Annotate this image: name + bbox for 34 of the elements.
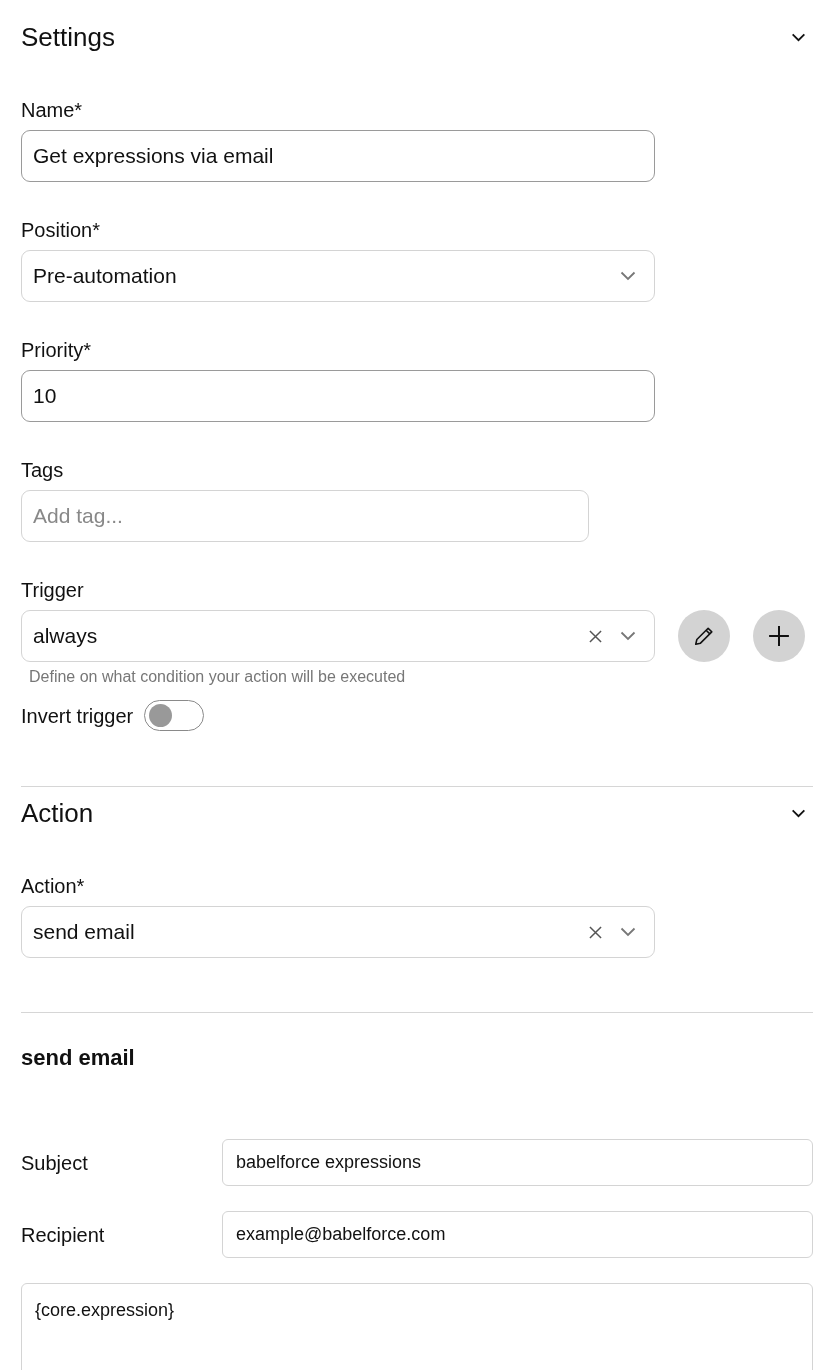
field-label: Action* bbox=[21, 874, 85, 898]
chevron-down-icon bbox=[620, 927, 636, 937]
field-label: Tags bbox=[21, 458, 64, 482]
chevron-down-icon[interactable] bbox=[791, 808, 806, 818]
field-label: Subject bbox=[21, 1150, 88, 1175]
clear-icon[interactable] bbox=[589, 629, 602, 643]
clear-icon[interactable] bbox=[589, 925, 602, 939]
message-body-field[interactable]: {core.expression} bbox=[21, 1283, 813, 1370]
select-field[interactable]: always bbox=[21, 610, 655, 662]
select-field[interactable]: Pre-automation bbox=[21, 250, 655, 302]
field-label: Position* bbox=[21, 218, 100, 242]
add-button[interactable] bbox=[753, 610, 805, 662]
edit-button[interactable] bbox=[678, 610, 730, 662]
section-title: Action bbox=[21, 797, 94, 829]
pencil-icon bbox=[693, 625, 715, 647]
helper-text: Define on what condition your action will be executed bbox=[28, 667, 406, 687]
text-input[interactable]: Get expressions via email bbox=[21, 130, 655, 182]
section-title: Settings bbox=[21, 21, 115, 53]
select-field[interactable]: send email bbox=[21, 906, 655, 958]
field-label: Trigger bbox=[21, 578, 84, 602]
field-label: Priority* bbox=[21, 338, 91, 362]
plus-icon bbox=[768, 625, 790, 647]
chevron-down-icon[interactable] bbox=[791, 32, 806, 42]
toggle-switch[interactable] bbox=[144, 700, 205, 731]
text-input[interactable]: 10 bbox=[21, 370, 655, 422]
chevron-down-icon bbox=[620, 631, 636, 641]
text-input[interactable]: example@babelforce.com bbox=[222, 1211, 813, 1258]
toggle-label: Invert trigger bbox=[21, 703, 134, 728]
subsection-title: send email bbox=[21, 1044, 135, 1072]
field-label: Recipient bbox=[21, 1222, 105, 1247]
chevron-down-icon bbox=[620, 271, 636, 281]
tag-input[interactable]: Add tag... bbox=[21, 490, 589, 542]
field-label: Name* bbox=[21, 98, 83, 122]
text-input[interactable]: babelforce expressions bbox=[222, 1139, 813, 1186]
